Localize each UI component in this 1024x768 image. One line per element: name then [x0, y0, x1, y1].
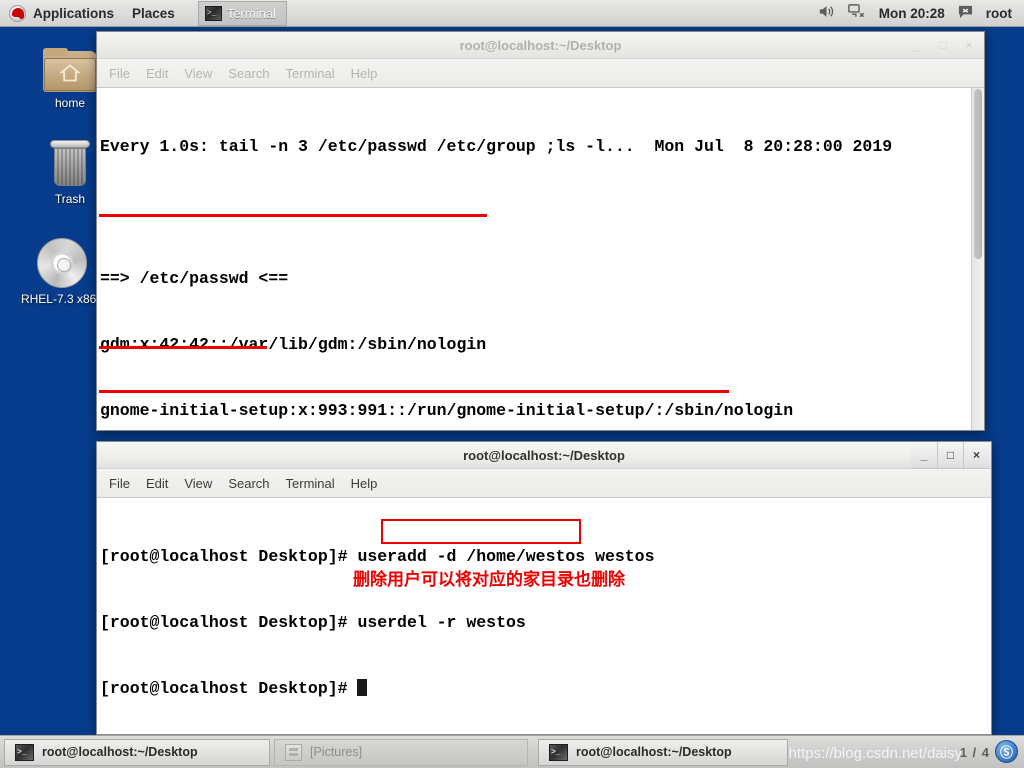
window1-menubar[interactable]: File Edit View Search Terminal Help — [97, 59, 984, 88]
taskbar-item-pictures[interactable]: [Pictures] — [274, 738, 528, 766]
menu-view[interactable]: View — [184, 476, 212, 491]
taskbar-item-label: root@localhost:~/Desktop — [42, 745, 198, 759]
menu-file[interactable]: File — [109, 476, 130, 491]
panel-status-area[interactable]: Mon 20:28 root — [818, 4, 1024, 22]
speaker-icon[interactable] — [818, 4, 835, 22]
menu-file[interactable]: File — [109, 66, 130, 81]
terminal-icon — [549, 743, 568, 761]
window2-terminal-output[interactable]: [root@localhost Desktop]# useradd -d /ho… — [97, 498, 991, 734]
terminal-line: [root@localhost Desktop]# useradd -d /ho… — [100, 547, 655, 566]
annotation-underline-student-dir — [99, 390, 729, 393]
menu-edit[interactable]: Edit — [146, 476, 168, 491]
desktop-icon-label: home — [54, 96, 86, 110]
terminal-line: Every 1.0s: tail -n 3 /etc/passwd /etc/g… — [100, 137, 893, 156]
window1-titlebar[interactable]: root@localhost:~/Desktop _ □ × — [97, 32, 984, 59]
places-menu-label: Places — [132, 5, 175, 21]
terminal-prompt-line: [root@localhost Desktop]# — [98, 678, 991, 700]
user-status-icon[interactable] — [958, 5, 973, 22]
terminal-line: ==> /etc/passwd <== — [100, 269, 289, 288]
menu-search[interactable]: Search — [228, 476, 269, 491]
window2-menubar[interactable]: File Edit View Search Terminal Help — [97, 469, 991, 498]
top-panel[interactable]: Applications Places Terminal Mon 20:28 — [0, 0, 1024, 27]
taskbar-item-label: [Pictures] — [310, 745, 363, 759]
pictures-icon — [285, 743, 302, 761]
desktop[interactable]: home Trash RHEL-7.3 x86_ root@localhost:… — [0, 0, 1024, 768]
window1-title: root@localhost:~/Desktop — [459, 37, 622, 53]
clock[interactable]: Mon 20:28 — [879, 6, 945, 21]
trash-icon — [48, 140, 92, 188]
annotation-underline-tcpdump-passwd — [99, 214, 487, 217]
terminal-icon — [15, 743, 34, 761]
applications-menu[interactable]: Applications — [0, 0, 123, 27]
home-folder-icon — [43, 48, 97, 92]
window1-terminal-output[interactable]: Every 1.0s: tail -n 3 /etc/passwd /etc/g… — [97, 88, 984, 430]
menu-terminal[interactable]: Terminal — [286, 476, 335, 491]
menu-edit[interactable]: Edit — [146, 66, 168, 81]
page-counter: 1 / 4 — [959, 745, 990, 760]
desktop-icon-label: RHEL-7.3 x86_ — [20, 292, 104, 306]
annotation-box-userdel-command — [381, 519, 581, 544]
watermark-text: https://blog.csdn.net/daisy — [788, 745, 962, 762]
applications-menu-label: Applications — [33, 5, 115, 21]
panel-window-terminal[interactable]: Terminal — [197, 0, 287, 26]
network-disconnected-icon[interactable] — [847, 4, 866, 22]
terminal-line: gdm:x:42:42::/var/lib/gdm:/sbin/nologin — [100, 335, 487, 354]
terminal-icon — [204, 5, 222, 21]
redhat-logo-icon — [9, 4, 26, 22]
taskbar-item-terminal-1[interactable]: root@localhost:~/Desktop — [4, 738, 270, 766]
annotation-note-chinese: 删除用户可以将对应的家目录也删除 — [353, 570, 625, 590]
menu-view[interactable]: View — [184, 66, 212, 81]
user-label[interactable]: root — [986, 6, 1012, 21]
menu-search[interactable]: Search — [228, 66, 269, 81]
taskbar-item-terminal-2[interactable]: root@localhost:~/Desktop — [538, 738, 788, 766]
terminal-window-1[interactable]: root@localhost:~/Desktop _ □ × File Edit… — [96, 31, 985, 431]
window1-scrollbar[interactable] — [971, 88, 984, 430]
menu-terminal[interactable]: Terminal — [286, 66, 335, 81]
terminal-window-2[interactable]: root@localhost:~/Desktop _ □ × File Edit… — [96, 441, 992, 735]
taskbar-item-label: root@localhost:~/Desktop — [576, 745, 732, 759]
terminal-line: gnome-initial-setup:x:993:991::/run/gnom… — [100, 401, 794, 420]
terminal-cursor — [357, 679, 368, 696]
cd-disc-icon — [37, 238, 87, 288]
terminal-line: [root@localhost Desktop]# userdel -r wes… — [100, 613, 526, 632]
panel-window-label: Terminal — [226, 5, 276, 21]
annotation-underline-slocate — [99, 346, 267, 349]
desktop-icon-label: Trash — [54, 192, 86, 206]
panel-window-list[interactable]: Terminal — [197, 0, 287, 27]
taskbar[interactable]: root@localhost:~/Desktop [Pictures] root… — [0, 735, 1024, 768]
house-glyph — [60, 64, 80, 82]
csdn-badge-icon: Ⓢ — [995, 740, 1018, 763]
terminal-prompt: [root@localhost Desktop]# — [100, 679, 358, 698]
places-menu[interactable]: Places — [123, 0, 184, 27]
window2-titlebar[interactable]: root@localhost:~/Desktop _ □ × — [97, 442, 991, 469]
menu-help[interactable]: Help — [351, 476, 378, 491]
window2-title: root@localhost:~/Desktop — [463, 447, 625, 463]
menu-help[interactable]: Help — [351, 66, 378, 81]
scrollbar-thumb[interactable] — [974, 89, 982, 259]
